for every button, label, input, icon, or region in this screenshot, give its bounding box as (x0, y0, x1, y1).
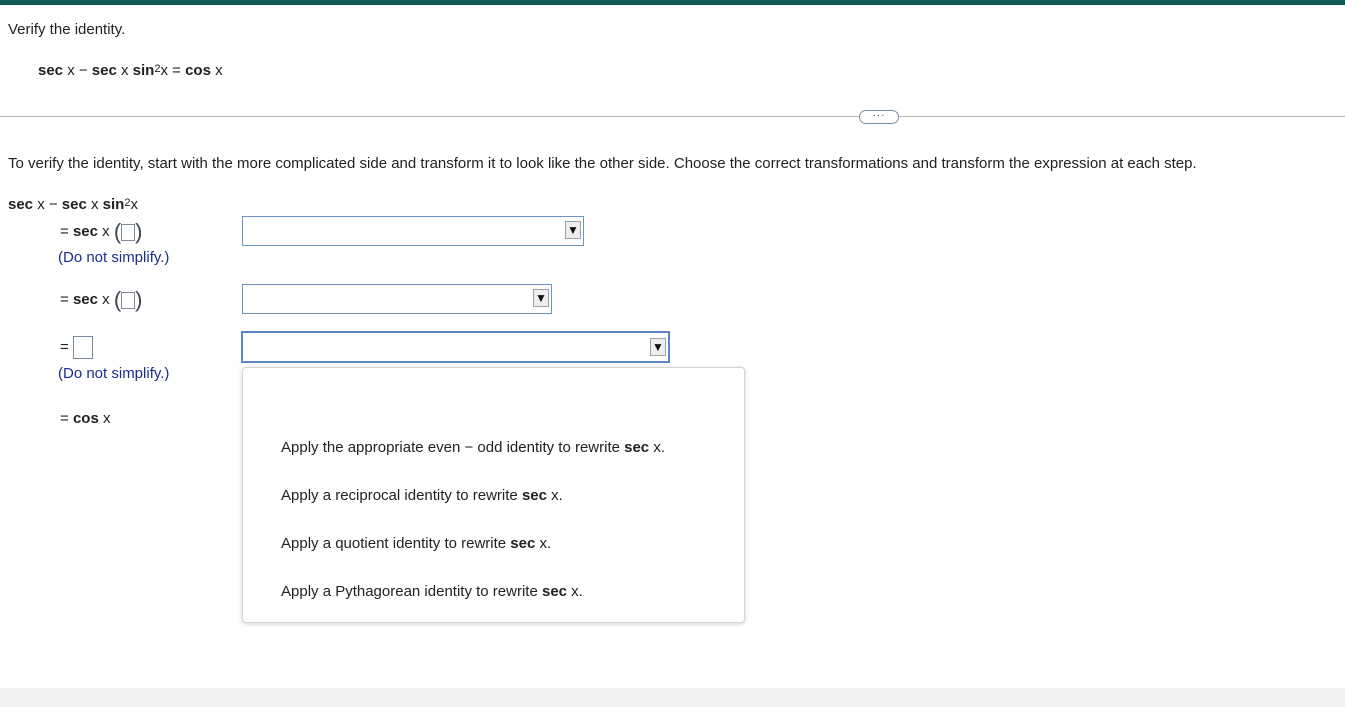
menu-option-reciprocal[interactable]: Apply a reciprocal identity to rewrite s… (281, 487, 563, 504)
option-fn: sec (541, 583, 568, 600)
step3-answer-box[interactable] (72, 336, 93, 359)
step2-right-paren: ) (135, 287, 143, 312)
step2-expression: = sec x () (60, 287, 143, 312)
step3-reason-dropdown[interactable]: ▼ (241, 331, 670, 363)
dropdown-arrow-icon[interactable]: ▼ (650, 338, 666, 356)
step2-sec: sec (72, 290, 98, 308)
identity-sec-1: sec (38, 62, 64, 79)
step1-right-paren: ) (135, 219, 143, 244)
dropdown-arrow-icon[interactable]: ▼ (533, 289, 549, 307)
step2-answer-box[interactable] (121, 291, 136, 309)
footer-bar (0, 688, 1345, 707)
step4-expression: = cos x (60, 410, 110, 427)
identity-sec-2: sec (91, 62, 117, 79)
option-tail: x. (546, 487, 563, 504)
step2-var: x (97, 290, 110, 308)
option-text: Apply a reciprocal identity to rewrite (281, 487, 522, 504)
option-fn: sec (521, 487, 547, 504)
menu-option-quotient[interactable]: Apply a quotient identity to rewrite sec… (281, 535, 551, 552)
option-text: Apply a Pythagorean identity to rewrite (281, 583, 542, 600)
step2-left-paren: ( (113, 287, 122, 312)
step1-answer-box[interactable] (121, 223, 136, 241)
step1-note: (Do not simplify.) (58, 249, 170, 266)
section-divider (0, 116, 1345, 117)
identity-part: x = (160, 62, 186, 79)
identity-part: x − (63, 62, 92, 79)
identity-sin: sin (132, 62, 155, 79)
identity-part: x (116, 62, 133, 79)
step4-cos: cos (72, 410, 99, 427)
step3-note: (Do not simplify.) (58, 365, 170, 382)
step1-equals: = (60, 222, 73, 240)
top-accent-bar (0, 0, 1345, 5)
instructions-text: To verify the identity, start with the m… (8, 155, 1197, 172)
step2-reason-dropdown[interactable]: ▼ (242, 284, 552, 314)
option-fn: sec (624, 439, 650, 456)
lhs-sec-2: sec (61, 196, 87, 213)
step4-var: x (98, 410, 111, 427)
step1-var: x (97, 222, 110, 240)
dropdown-arrow-icon[interactable]: ▼ (565, 221, 581, 239)
menu-option-even-odd[interactable]: Apply the appropriate even − odd identit… (281, 439, 665, 456)
identity-cos: cos (185, 62, 211, 79)
step1-reason-dropdown[interactable]: ▼ (242, 216, 584, 246)
question-prompt: Verify the identity. (8, 21, 126, 38)
step4-equals: = (60, 410, 73, 427)
lhs-exponent: 2 (124, 197, 131, 209)
lhs-sin: sin (102, 196, 125, 213)
lhs-part: x (86, 196, 103, 213)
lhs-sec-1: sec (8, 196, 34, 213)
step1-expression: = sec x () (60, 219, 143, 244)
step3-expression: = (60, 336, 93, 359)
menu-option-pythagorean[interactable]: Apply a Pythagorean identity to rewrite … (281, 583, 583, 600)
option-fn: sec (510, 535, 536, 552)
identity-exponent: 2 (154, 63, 161, 75)
step1-sec: sec (72, 222, 98, 240)
step3-equals: = (60, 338, 73, 356)
dropdown-options-menu: Apply the appropriate even − odd identit… (242, 367, 745, 623)
lhs-part: x − (33, 196, 62, 213)
option-tail: x. (535, 535, 552, 552)
option-text: Apply a quotient identity to rewrite (281, 535, 511, 552)
expand-more-button[interactable]: ··· (859, 110, 899, 124)
step2-equals: = (60, 290, 73, 308)
work-lhs-expression: sec x − sec x sin2x (8, 196, 138, 213)
step1-left-paren: ( (113, 219, 122, 244)
option-tail: x. (649, 439, 665, 456)
identity-part: x (210, 62, 223, 79)
identity-expression: sec x − sec x sin2x = cos x (38, 62, 223, 79)
option-text: Apply the appropriate even − odd identit… (281, 439, 625, 456)
option-tail: x. (567, 583, 583, 600)
lhs-part: x (130, 196, 138, 213)
